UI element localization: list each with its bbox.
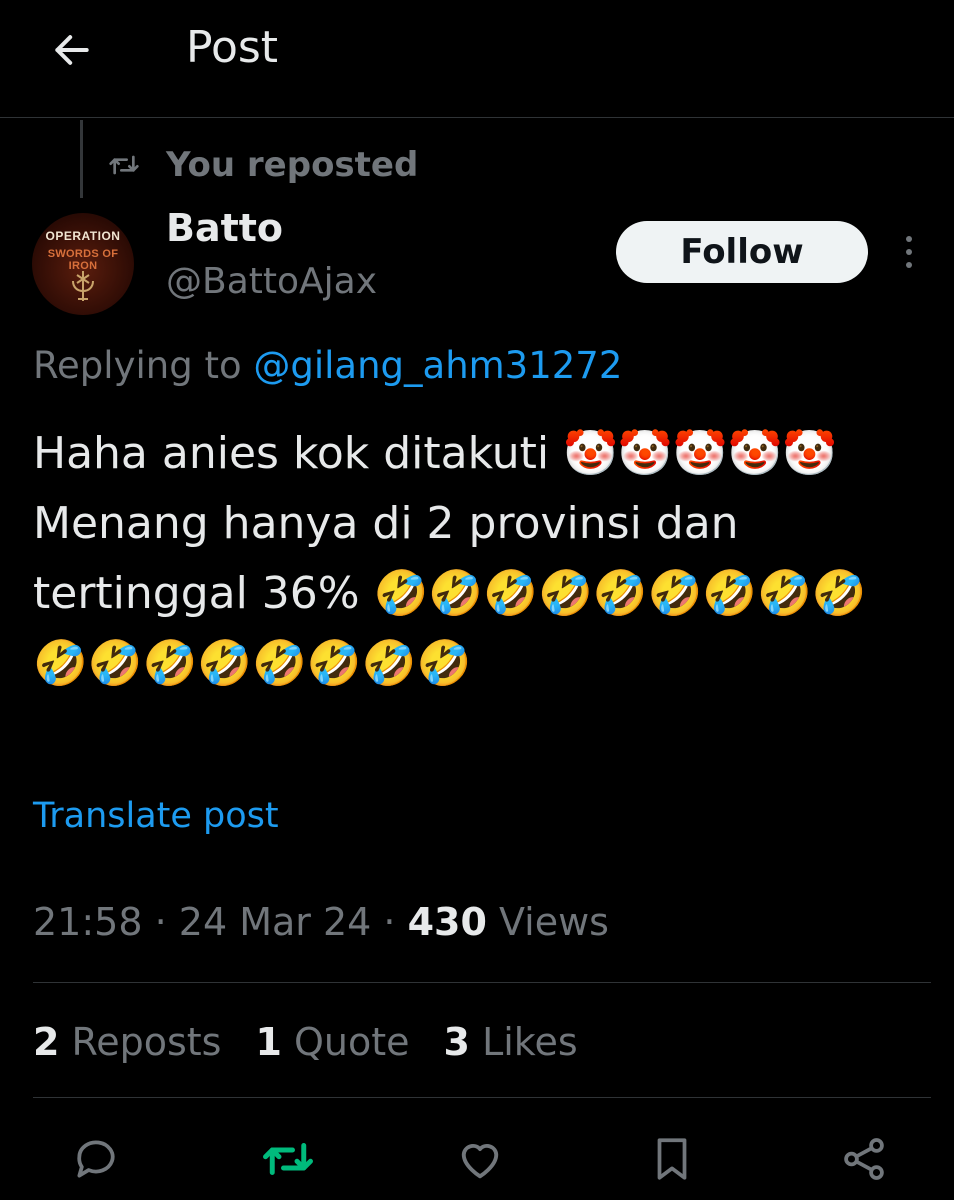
like-button[interactable] — [452, 1131, 508, 1187]
thread-line — [80, 120, 83, 198]
post-time[interactable]: 21:58 — [33, 900, 143, 944]
reposts-stat[interactable]: 2 Reposts — [33, 1020, 221, 1064]
more-icon — [906, 236, 912, 268]
repost-context: You reposted — [108, 145, 418, 185]
quotes-count: 1 — [255, 1020, 282, 1064]
emblem-icon — [72, 271, 94, 301]
bookmark-icon — [657, 1138, 687, 1180]
divider — [33, 1097, 931, 1098]
divider — [33, 982, 931, 983]
likes-stat[interactable]: 3 Likes — [444, 1020, 578, 1064]
like-icon — [461, 1143, 499, 1179]
reply-icon — [77, 1140, 115, 1178]
translate-post-link[interactable]: Translate post — [33, 796, 279, 836]
avatar[interactable]: OPERATION SWORDS OF IRON — [32, 213, 134, 315]
reposts-count: 2 — [33, 1020, 60, 1064]
back-arrow-icon — [55, 35, 89, 65]
top-bar: Post — [0, 0, 954, 118]
engagement-stats: 2 Reposts 1 Quote 3 Likes — [33, 1020, 578, 1064]
replying-to: Replying to @gilang_ahm31272 — [33, 344, 622, 387]
meta-separator: · — [142, 900, 179, 944]
likes-label: Likes — [470, 1020, 578, 1064]
reply-mention-link[interactable]: @gilang_ahm31272 — [253, 344, 622, 387]
repost-icon — [109, 155, 139, 175]
retweet-icon — [263, 1143, 313, 1175]
avatar-text-operation: OPERATION — [45, 229, 121, 243]
repost-label: You reposted — [166, 145, 419, 185]
retweet-button[interactable] — [260, 1131, 316, 1187]
back-button[interactable] — [48, 26, 96, 74]
bookmark-button[interactable] — [644, 1131, 700, 1187]
reposts-label: Reposts — [59, 1020, 222, 1064]
author-handle[interactable]: @BattoAjax — [166, 261, 377, 302]
action-bar — [0, 1125, 954, 1189]
share-icon — [844, 1138, 884, 1180]
post-text: Haha anies kok ditakuti 🤡🤡🤡🤡🤡 Menang han… — [33, 428, 867, 689]
reply-button[interactable] — [68, 1131, 124, 1187]
replying-prefix: Replying to — [33, 344, 254, 387]
quotes-label: Quote — [281, 1020, 410, 1064]
post-date[interactable]: 24 Mar 24 — [179, 900, 372, 944]
quotes-stat[interactable]: 1 Quote — [255, 1020, 409, 1064]
more-options-button[interactable] — [894, 230, 924, 274]
post-meta: 21:58 · 24 Mar 24 · 430 Views — [33, 900, 609, 944]
likes-count: 3 — [443, 1020, 470, 1064]
follow-button[interactable]: Follow — [616, 221, 868, 283]
views-label: Views — [486, 900, 609, 944]
views-count: 430 — [407, 900, 487, 944]
author-name[interactable]: Batto — [166, 206, 283, 250]
share-button[interactable] — [836, 1131, 892, 1187]
page-title: Post — [186, 22, 279, 73]
meta-separator: · — [371, 900, 408, 944]
